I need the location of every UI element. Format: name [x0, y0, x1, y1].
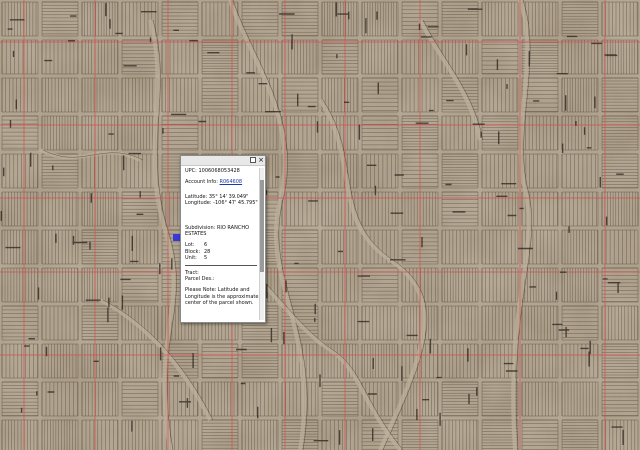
subdivision-label: Subdivision: — [185, 224, 216, 231]
longitude-value: -106° 47' 45.795" — [213, 200, 258, 207]
latitude-value: 35° 14' 39.049" — [208, 193, 249, 200]
upc-value: 1006068053428 — [198, 168, 240, 174]
upc-label: UPC: — [185, 168, 197, 174]
coordinates-note: Please Note: Latitude and Longitude is t… — [185, 287, 259, 307]
account-link[interactable]: R064608 — [220, 179, 243, 185]
subdivision-row: Subdivision: RIO RANCHO ESTATES — [185, 225, 259, 238]
unit-value: 5 — [204, 255, 208, 262]
popup-titlebar: × — [181, 156, 265, 166]
longitude-row: Longitude: -106° 47' 45.795" — [185, 200, 259, 206]
parcel-map[interactable] — [0, 0, 640, 450]
parcel-info-popup: × UPC: 1006068053428 Account Info: R0646… — [180, 155, 266, 323]
account-label: Account Info: — [185, 179, 218, 186]
unit-label: Unit: — [185, 255, 197, 262]
popup-content: UPC: 1006068053428 Account Info: R064608… — [185, 168, 259, 320]
square-icon[interactable] — [250, 157, 256, 163]
divider — [185, 264, 257, 266]
popup-scrollbar[interactable] — [259, 168, 264, 320]
longitude-label: Longitude: — [185, 200, 212, 207]
terrain-noise — [0, 0, 640, 450]
latitude-label: Latitude: — [185, 193, 208, 200]
unit-row: Unit: 5 — [185, 255, 259, 261]
close-icon[interactable]: × — [258, 157, 264, 164]
popup-scrollbar-thumb[interactable] — [260, 180, 264, 272]
